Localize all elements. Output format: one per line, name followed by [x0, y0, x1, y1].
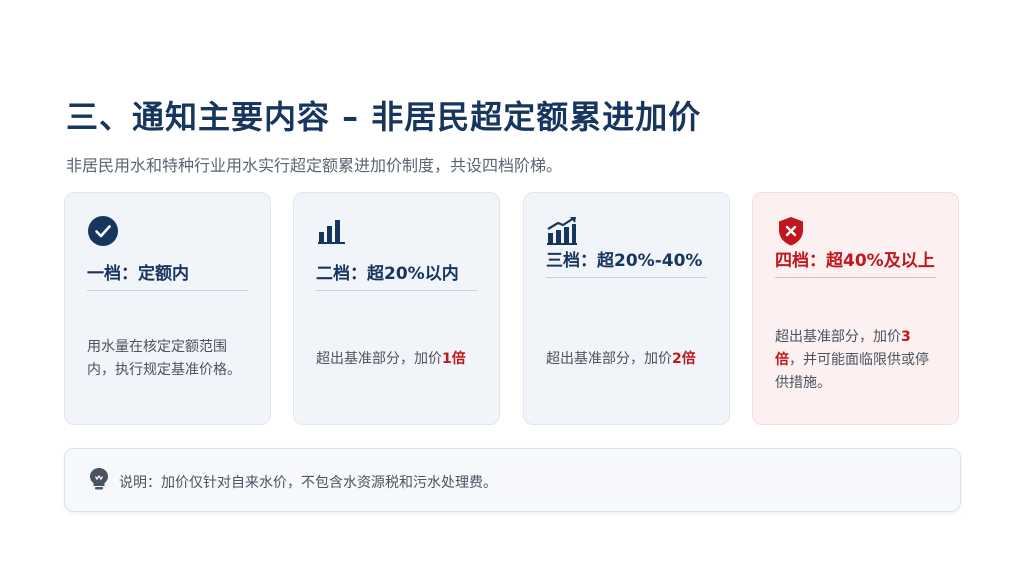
- tier-card-3: 三档：超20%-40% 超出基准部分，加价2倍: [523, 192, 730, 425]
- note-box: 说明：加价仅针对自来水价，不包含水资源税和污水处理费。: [64, 448, 961, 512]
- tier-card-2: 二档：超20%以内 超出基准部分，加价1倍: [293, 192, 500, 425]
- tier-label: 三档：超20%-40%: [546, 248, 707, 278]
- tier-card-4: 四档：超40%及以上 超出基准部分，加价3倍，并可能面临限供或停供措施。: [752, 192, 959, 425]
- note-text: 说明：加价仅针对自来水价，不包含水资源税和污水处理费。: [119, 475, 497, 491]
- page-title: 三、通知主要内容 – 非居民超定额累进加价: [66, 98, 702, 136]
- tier-label: 一档：定额内: [87, 261, 248, 291]
- tier-cards: 一档：定额内 用水量在核定定额范围内，执行规定基准价格。 二档：超20%以内 超…: [64, 192, 961, 427]
- price-multiplier: 2倍: [672, 351, 696, 367]
- tier-description: 超出基准部分，加价2倍: [546, 351, 696, 367]
- price-multiplier: 1倍: [442, 351, 466, 367]
- tier-description: 用水量在核定定额范围内，执行规定基准价格。: [87, 339, 241, 378]
- shield-x-icon: [779, 217, 803, 246]
- lightbulb-icon: [90, 468, 108, 490]
- check-circle-icon: [88, 216, 118, 246]
- tier-description: 超出基准部分，加价1倍: [316, 351, 466, 367]
- tier-label: 四档：超40%及以上: [775, 248, 936, 278]
- bar-chart-icon: [318, 220, 345, 244]
- tier-description: 超出基准部分，加价3倍，并可能面临限供或停供措施。: [775, 329, 929, 391]
- tier-card-1: 一档：定额内 用水量在核定定额范围内，执行规定基准价格。: [64, 192, 271, 425]
- tier-label: 二档：超20%以内: [316, 261, 477, 291]
- page-subtitle: 非居民用水和特种行业用水实行超定额累进加价制度，共设四档阶梯。: [66, 156, 563, 175]
- trending-up-chart-icon: [547, 217, 577, 245]
